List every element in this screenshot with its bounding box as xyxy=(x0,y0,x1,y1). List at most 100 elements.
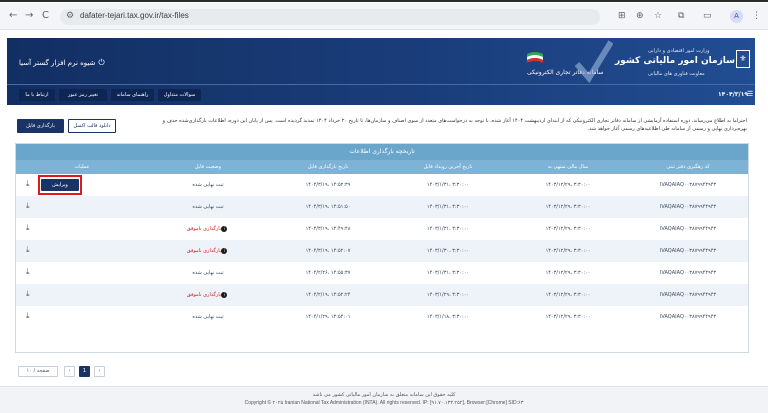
table-row: IVAQAIAQ۰۰۳۸۷۹۹۴۴۹۴۳ ۱۴۰۳/۱۲/۲۹، ۳:۳۰:۰۰ ۱… xyxy=(16,196,748,218)
cell-status: ثبت نهایی شده xyxy=(148,196,268,218)
cell-status: بارگذاری ناموفق i xyxy=(148,218,268,240)
cell-last-event: ۱۴۰۳/۱/۳۱، ۳:۳۰:۰۰ xyxy=(426,204,470,210)
error-info-icon[interactable]: i xyxy=(221,225,228,232)
cell-upload-date: ۱۴۰۴/۳/۱۹، ۱۴:۵۲:۳۹ xyxy=(305,182,351,188)
menu-contact-us[interactable]: ارتباط با ما xyxy=(19,89,55,101)
menu-faq[interactable]: سوالات متداول xyxy=(158,89,201,101)
reload-icon[interactable]: C xyxy=(42,10,49,22)
cell-fiscal-year: ۱۴۰۳/۱۲/۲۹، ۳:۳۰:۰۰ xyxy=(545,204,591,210)
zoom-icon[interactable]: ⊕ xyxy=(636,11,644,21)
table-row: IVAQAIAQ۰۰۳۸۷۹۹۴۴۹۴۳ ۱۴۰۳/۱۲/۲۹، ۳:۳۰:۰۰ ۱… xyxy=(16,218,748,240)
cell-code: IVAQAIAQ۰۰۳۸۷۹۹۴۴۹۴۳ xyxy=(659,248,717,254)
cell-fiscal-year: ۱۴۰۳/۱۲/۲۹، ۳:۳۰:۰۰ xyxy=(545,314,591,320)
table-row: IVAQAIAQ۰۰۳۸۷۹۹۴۴۹۴۳ ۱۴۰۳/۱۲/۲۹، ۳:۳۰:۰۰ ۱… xyxy=(16,262,748,284)
cell-status: ثبت نهایی شده xyxy=(148,306,268,328)
status-text: ثبت نهایی شده xyxy=(192,270,224,276)
cell-fiscal-year: ۱۴۰۳/۱۲/۲۹، ۳:۳۰:۰۰ xyxy=(545,182,591,188)
error-info-icon[interactable]: i xyxy=(221,247,228,254)
cell-fiscal-year: ۱۴۰۳/۱۲/۲۹، ۳:۳۰:۰۰ xyxy=(545,248,591,254)
cell-last-event: ۱۴۰۳/۱/۱۸، ۳:۳۰:۰۰ xyxy=(426,314,470,320)
site-header: شیوه نرم افزار گستر آسیا ⏻ سامانه دفاتر ت… xyxy=(7,38,755,105)
browser-menu-icon[interactable]: ⋮ xyxy=(752,11,761,21)
extensions-icon[interactable]: ⧉ xyxy=(678,11,684,21)
logout-icon[interactable]: ⏻ xyxy=(98,58,104,67)
cell-code: IVAQAIAQ۰۰۳۸۷۹۹۴۴۹۴۳ xyxy=(659,292,717,298)
cell-code: IVAQAIAQ۰۰۳۸۷۹۹۴۴۹۴۳ xyxy=(659,226,717,232)
edit-button[interactable]: ویرایش xyxy=(41,179,79,191)
cell-upload-date: ۱۴۰۴/۲/۲۶، ۱۴:۵۵:۳۷ xyxy=(305,270,351,276)
cell-fiscal-year: ۱۴۰۳/۱۲/۲۹، ۳:۳۰:۰۰ xyxy=(545,292,591,298)
menu-change-password[interactable]: تغییر رمز عبور xyxy=(59,89,107,101)
translate-icon[interactable]: ⊞ xyxy=(618,11,626,21)
download-icon[interactable]: ⤓ xyxy=(26,223,30,233)
table-row: IVAQAIAQ۰۰۳۸۷۹۹۴۴۹۴۳ ۱۴۰۳/۱۲/۲۹، ۳:۳۰:۰۰ ۱… xyxy=(16,284,748,306)
back-icon[interactable]: ← xyxy=(9,10,17,22)
prev-page-icon[interactable]: ‹ xyxy=(64,366,75,377)
footer-copyright: Copyright © ۲۰۲۵ Iranian National Tax Ad… xyxy=(244,400,524,406)
download-icon[interactable]: ⤓ xyxy=(26,201,30,211)
cell-status: ثبت نهایی شده xyxy=(148,174,268,196)
iran-flag-icon xyxy=(527,52,543,63)
checkmark-logo-icon xyxy=(574,40,613,84)
cell-last-event: ۱۴۰۳/۱/۳۰، ۳:۳۰:۰۰ xyxy=(426,248,470,254)
next-page-icon[interactable]: › xyxy=(94,366,105,377)
side-panel-icon[interactable]: ▭ xyxy=(703,11,712,21)
download-icon[interactable]: ⤓ xyxy=(26,311,30,321)
column-header-last-event: تاریخ آخرین رویداد فایل xyxy=(423,164,473,170)
current-date: ۱۴۰۴/۳/۱۹ xyxy=(718,91,749,98)
emblem-icon: ⚜ xyxy=(736,50,750,68)
column-header-upload-date: تاریخ بارگذاری فایل xyxy=(307,164,349,170)
table-title: تاریخچه بارگذاری اطلاعات xyxy=(16,144,748,160)
cell-upload-date: ۱۴۰۴/۱/۲۹، ۱۴:۵۴:۰۱ xyxy=(305,314,351,320)
cell-status: بارگذاری ناموفق i xyxy=(148,240,268,262)
deputy-name: معاونت فناوری های مالیاتی xyxy=(648,71,705,77)
cell-upload-date: ۱۴۰۴/۳/۱۹، ۱۴:۴۹:۴۸ xyxy=(305,226,351,232)
profile-avatar[interactable]: A xyxy=(730,10,743,23)
menu-system-guide[interactable]: راهنمای سامانه xyxy=(111,89,154,101)
cell-code: IVAQAIAQ۰۰۳۸۷۹۹۴۴۹۴۳ xyxy=(659,270,717,276)
cell-last-event: ۱۴۰۳/۱/۳۱، ۳:۳۰:۰۰ xyxy=(426,182,470,188)
download-icon[interactable]: ⤓ xyxy=(26,267,30,277)
status-text: ثبت نهایی شده xyxy=(192,204,224,210)
cell-code: IVAQAIAQ۰۰۳۸۷۹۹۴۴۹۴۳ xyxy=(659,314,717,320)
cell-fiscal-year: ۱۴۰۳/۱۲/۲۹، ۳:۳۰:۰۰ xyxy=(545,270,591,276)
column-header-actions: عملیات xyxy=(74,164,90,170)
browser-toolbar: ← → C ⚙ dafater-tejari.tax.gov.ir/tax-fi… xyxy=(0,3,768,30)
site-footer: کلیه حقوق این سامانه متعلق به سازمان امو… xyxy=(0,386,768,413)
column-header-fiscal-year: سال مالی منتهی به xyxy=(547,164,589,170)
top-border xyxy=(0,0,768,2)
cell-fiscal-year: ۱۴۰۳/۱۲/۲۹، ۳:۳۰:۰۰ xyxy=(545,226,591,232)
ministry-name: وزارت امور اقتصادی و دارایی xyxy=(648,48,710,54)
page-size-select[interactable]: ۱۰ / صفحه xyxy=(18,366,58,377)
address-bar[interactable]: ⚙ dafater-tejari.tax.gov.ir/tax-files xyxy=(60,9,600,25)
hamburger-menu-icon[interactable]: ☰ xyxy=(747,90,753,98)
upload-file-button[interactable]: بارگذاری فایل xyxy=(17,119,64,133)
status-text: ثبت نهایی شده xyxy=(192,314,224,320)
download-icon[interactable]: ⤓ xyxy=(26,179,30,189)
table-header-row: کد رهگیری دفتر ثبتی سال مالی منتهی به تا… xyxy=(16,160,748,174)
status-text: بارگذاری ناموفق xyxy=(186,248,222,254)
table-row: IVAQAIAQ۰۰۳۸۷۹۹۴۴۹۴۳ ۱۴۰۳/۱۲/۲۹، ۳:۳۰:۰۰ ۱… xyxy=(16,240,748,262)
header-divider xyxy=(7,84,755,85)
download-template-button[interactable]: دانلود قالب اکسل xyxy=(68,119,116,133)
cell-last-event: ۱۴۰۳/۱/۳۱، ۳:۳۰:۰۰ xyxy=(426,226,470,232)
cell-status: بارگذاری ناموفق i xyxy=(148,284,268,306)
cell-upload-date: ۱۴۰۴/۲/۱۹، ۱۴:۵۲:۲۴ xyxy=(305,292,351,298)
bookmark-star-icon[interactable]: ☆ xyxy=(654,11,662,21)
status-text: بارگذاری ناموفق xyxy=(186,292,222,298)
error-info-icon[interactable]: i xyxy=(221,291,228,298)
page-number-button[interactable]: 1 xyxy=(79,366,90,377)
table-row: IVAQAIAQ۰۰۳۸۷۹۹۴۴۹۴۳ ۱۴۰۳/۱۲/۲۹، ۳:۳۰:۰۰ ۱… xyxy=(16,306,748,328)
column-header-code: کد رهگیری دفتر ثبتی xyxy=(666,164,710,170)
site-info-icon[interactable]: ⚙ xyxy=(66,11,74,21)
download-icon[interactable]: ⤓ xyxy=(26,245,30,255)
forward-icon[interactable]: → xyxy=(25,10,33,22)
organization-name: سازمان امور مالیاتی کشور xyxy=(615,56,736,66)
status-text: ثبت نهایی شده xyxy=(192,182,224,188)
user-login[interactable]: شیوه نرم افزار گستر آسیا ⏻ xyxy=(19,58,105,68)
cell-upload-date: ۱۴۰۴/۳/۱۹، ۱۴:۵۲:۰۷ xyxy=(305,248,351,254)
column-header-status: وضعیت فایل xyxy=(194,164,222,170)
download-icon[interactable]: ⤓ xyxy=(26,289,30,299)
url-text[interactable]: dafater-tejari.tax.gov.ir/tax-files xyxy=(80,11,189,20)
cell-upload-date: ۱۴۰۴/۳/۱۹، ۱۴:۵۱:۵۰ xyxy=(305,204,351,210)
